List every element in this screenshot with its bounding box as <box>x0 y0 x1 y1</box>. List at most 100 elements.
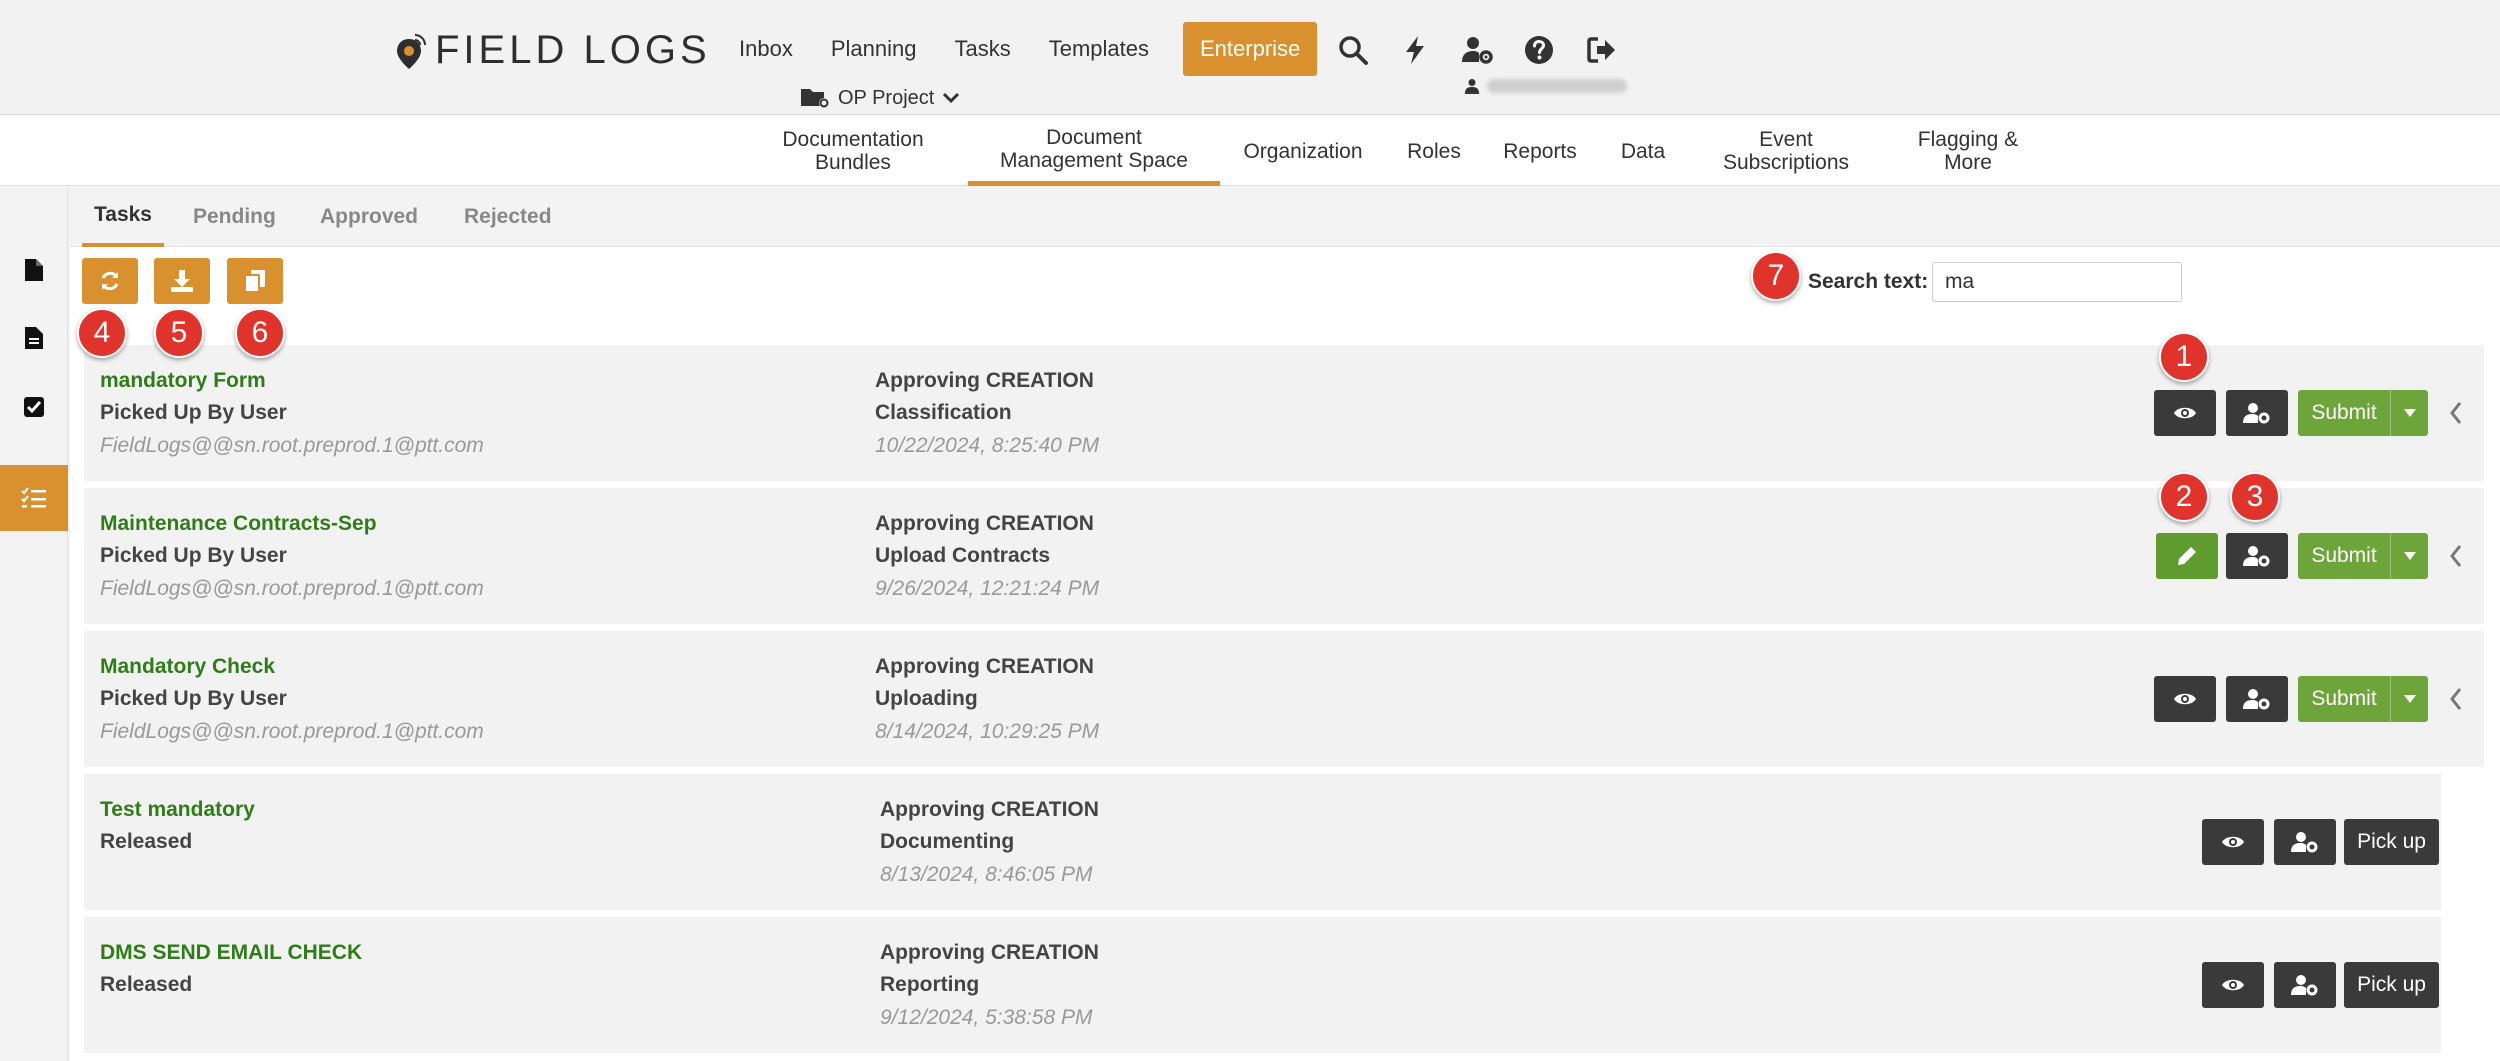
tab-rejected[interactable]: Rejected <box>464 187 552 247</box>
task-date: 9/26/2024, 12:21:24 PM <box>875 577 1100 600</box>
submit-label: Submit <box>2311 544 2377 567</box>
task-name[interactable]: Maintenance Contracts-Sep <box>100 512 377 536</box>
task-user: FieldLogs@@sn.root.preprod.1@ptt.com <box>100 577 484 600</box>
task-row: DMS SEND EMAIL CHECK Released Approving … <box>84 917 2441 1053</box>
nav-tasks[interactable]: Tasks <box>940 24 1024 74</box>
subnav-label: Reports <box>1503 139 1577 163</box>
project-selector[interactable]: OP Project <box>800 86 968 110</box>
tab-approved[interactable]: Approved <box>320 187 418 247</box>
annotation-marker: 5 <box>154 308 204 358</box>
pick-up-button[interactable]: Pick up <box>2344 819 2439 865</box>
sidebar-item-files[interactable] <box>0 237 68 303</box>
task-status: Released <box>100 973 193 996</box>
sidebar-item-documents[interactable] <box>0 305 68 371</box>
subnav-organization[interactable]: Organization <box>1232 116 1374 186</box>
task-status: Picked Up By User <box>100 401 287 424</box>
annotation-marker: 1 <box>2159 332 2209 382</box>
subnav-documentation-bundles[interactable]: Documentation Bundles <box>768 116 938 186</box>
task-approving: Approving CREATION <box>875 512 1094 535</box>
refresh-icon <box>101 271 119 291</box>
subnav-data[interactable]: Data <box>1608 116 1678 186</box>
left-sidebar <box>0 187 68 1061</box>
task-row: mandatory Form Picked Up By User FieldLo… <box>84 345 2484 481</box>
task-row: Test mandatory Released Approving CREATI… <box>84 774 2441 910</box>
checkbox-icon <box>24 397 44 417</box>
chevron-left-icon[interactable] <box>2444 681 2468 717</box>
user-icon <box>1465 79 1479 94</box>
bolt-icon[interactable] <box>1397 32 1433 68</box>
caret-down-icon[interactable] <box>2390 390 2428 436</box>
subnav-flagging-more[interactable]: Flagging & More <box>1896 116 2040 186</box>
app-logo[interactable]: FIELD LOGS <box>395 28 711 73</box>
annotation-marker: 3 <box>2230 472 2280 522</box>
sidebar-item-tasks[interactable] <box>0 465 68 531</box>
eye-icon <box>2222 979 2244 991</box>
document-icon <box>25 327 43 349</box>
subnav-event-subscriptions[interactable]: Event Subscriptions <box>1706 116 1866 186</box>
view-button[interactable] <box>2202 819 2264 865</box>
sign-out-icon[interactable] <box>1583 32 1619 68</box>
nav-enterprise[interactable]: Enterprise <box>1183 22 1318 76</box>
sidebar-item-checklist[interactable] <box>0 374 68 440</box>
submit-label: Submit <box>2311 401 2377 424</box>
task-list-icon <box>21 487 46 508</box>
submit-button[interactable]: Submit <box>2298 533 2428 579</box>
annotation-marker: 7 <box>1751 251 1801 301</box>
subnav-roles[interactable]: Roles <box>1396 116 1472 186</box>
edit-button[interactable] <box>2156 533 2218 579</box>
task-name[interactable]: mandatory Form <box>100 369 266 393</box>
submit-button[interactable]: Submit <box>2298 390 2428 436</box>
caret-down-icon[interactable] <box>2390 533 2428 579</box>
assign-user-button[interactable] <box>2226 390 2288 436</box>
nav-templates[interactable]: Templates <box>1035 24 1163 74</box>
tab-tasks[interactable]: Tasks <box>82 187 164 247</box>
user-settings-icon <box>2291 975 2318 996</box>
task-name[interactable]: Mandatory Check <box>100 655 275 679</box>
status-tabs: Tasks Pending Approved Rejected <box>70 187 2500 247</box>
view-button[interactable] <box>2154 676 2216 722</box>
subnav-label: Event <box>1759 128 1813 151</box>
header-icons <box>1335 32 1645 68</box>
task-approving: Approving CREATION <box>880 798 1099 821</box>
refresh-button[interactable] <box>82 258 138 304</box>
search-icon[interactable] <box>1335 32 1371 68</box>
tab-pending[interactable]: Pending <box>193 187 276 247</box>
assign-user-button[interactable] <box>2226 676 2288 722</box>
download-button[interactable] <box>154 258 210 304</box>
assign-user-button[interactable] <box>2226 533 2288 579</box>
task-status: Picked Up By User <box>100 544 287 567</box>
task-status: Picked Up By User <box>100 687 287 710</box>
subnav-label: Document <box>1046 125 1142 149</box>
assign-user-button[interactable] <box>2274 819 2336 865</box>
task-row: Maintenance Contracts-Sep Picked Up By U… <box>84 488 2484 624</box>
nav-planning[interactable]: Planning <box>817 24 931 74</box>
user-name-redacted <box>1487 79 1627 93</box>
help-icon[interactable] <box>1521 32 1557 68</box>
user-settings-icon[interactable] <box>1459 32 1495 68</box>
task-name[interactable]: Test mandatory <box>100 798 255 822</box>
subnav-label: Bundles <box>815 151 891 174</box>
pick-up-button[interactable]: Pick up <box>2344 962 2439 1008</box>
logo-text: FIELD LOGS <box>435 28 711 72</box>
view-button[interactable] <box>2154 390 2216 436</box>
task-approving: Approving CREATION <box>880 941 1099 964</box>
chevron-left-icon[interactable] <box>2444 395 2468 431</box>
submit-button[interactable]: Submit <box>2298 676 2428 722</box>
task-date: 9/12/2024, 5:38:58 PM <box>880 1006 1093 1029</box>
copy-button[interactable] <box>227 258 283 304</box>
assign-user-button[interactable] <box>2274 962 2336 1008</box>
view-button[interactable] <box>2202 962 2264 1008</box>
project-name: OP Project <box>838 86 935 109</box>
subnav-label: Data <box>1620 139 1666 163</box>
caret-down-icon[interactable] <box>2390 676 2428 722</box>
submit-label: Submit <box>2311 687 2377 710</box>
subnav-document-management-space[interactable]: Document Management Space <box>968 116 1220 186</box>
task-approving: Approving CREATION <box>875 369 1094 392</box>
chevron-left-icon[interactable] <box>2444 538 2468 574</box>
subnav-reports[interactable]: Reports <box>1494 116 1586 186</box>
nav-inbox[interactable]: Inbox <box>725 24 807 74</box>
task-name[interactable]: DMS SEND EMAIL CHECK <box>100 941 362 965</box>
task-approving: Approving CREATION <box>875 655 1094 678</box>
search-input[interactable] <box>1932 262 2182 302</box>
subnav-label: More <box>1944 151 1992 174</box>
